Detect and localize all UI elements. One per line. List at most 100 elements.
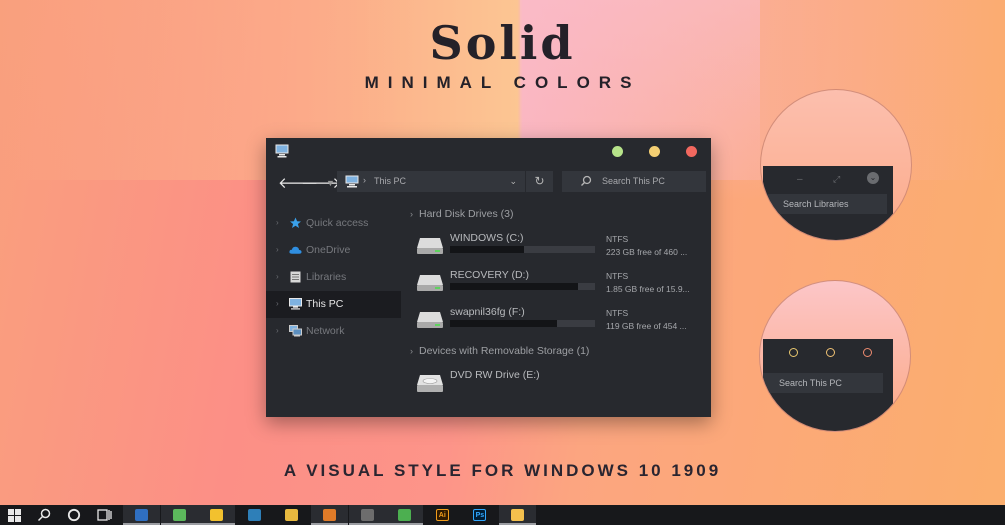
drive-item-c[interactable]: WINDOWS (C:) NTFS 223 GB free of 460 ...: [416, 232, 701, 262]
taskbar-app-spotify[interactable]: [386, 505, 424, 525]
taskbar-app-folder[interactable]: [273, 505, 310, 525]
sidebar-item-label: Network: [306, 325, 345, 337]
preview-search-box: Search Libraries: [763, 194, 887, 214]
drive-name: swapnil36fg (F:): [450, 306, 525, 318]
taskbar-app-excel[interactable]: [236, 505, 273, 525]
taskbar-app-firefox[interactable]: [311, 505, 348, 525]
maximize-icon: ⤢: [833, 174, 841, 184]
taskbar-app-photoshop[interactable]: Ps: [461, 505, 498, 525]
cloud-icon: [289, 246, 302, 254]
drive-usage-bar: [450, 320, 595, 327]
taskbar-app-explorer[interactable]: [499, 505, 536, 525]
evernote-icon: [172, 509, 186, 521]
computer-icon: [289, 298, 302, 310]
minimize-icon: –: [797, 174, 803, 185]
minimize-button[interactable]: [612, 146, 623, 157]
hard-drive-icon: [417, 238, 443, 254]
network-icon: [289, 325, 302, 337]
drive-usage-bar: [450, 246, 595, 253]
preview-search-box: Search This PC: [763, 373, 883, 393]
taskbar-app-illustrator[interactable]: Ai: [424, 505, 461, 525]
search-icon[interactable]: [37, 508, 51, 522]
sidebar-item-libraries[interactable]: › Libraries: [266, 264, 401, 291]
close-ring-icon: [863, 348, 872, 357]
drive-free-space: 223 GB free of 460 ...: [606, 247, 688, 257]
drive-name: WINDOWS (C:): [450, 232, 524, 244]
group-label: Hard Disk Drives (3): [419, 208, 514, 220]
drive-filesystem: NTFS: [606, 308, 629, 318]
zoom-preview-libraries: – ⤢ ⌄ Search Libraries: [760, 89, 912, 241]
taskbar-app-evernote[interactable]: [160, 505, 198, 525]
drive-free-space: 1.85 GB free of 15.9...: [606, 284, 690, 294]
drive-usage-fill: [450, 246, 524, 253]
taskbar-app-sticky[interactable]: [198, 505, 236, 525]
illustrator-icon: Ai: [435, 509, 449, 521]
chevron-down-icon[interactable]: ⌄: [509, 176, 517, 187]
forward-button[interactable]: 🡒: [301, 173, 341, 192]
excel-icon: [247, 509, 261, 521]
preview-window: Search This PC: [763, 339, 893, 431]
banner-subtitle: MINIMAL COLORS: [364, 73, 641, 92]
cortana-icon[interactable]: [67, 508, 81, 522]
chevron-right-icon[interactable]: ›: [410, 209, 413, 219]
close-icon: ⌄: [867, 172, 879, 184]
drive-item-d[interactable]: RECOVERY (D:) NTFS 1.85 GB free of 15.9.…: [416, 269, 701, 299]
drive-item-dvd[interactable]: DVD RW Drive (E:): [416, 369, 701, 399]
preview-window: – ⤢ ⌄ Search Libraries: [763, 166, 893, 240]
taskbar-app-video[interactable]: [348, 505, 386, 525]
close-button[interactable]: [686, 146, 697, 157]
taskbar-app-photos[interactable]: [123, 505, 160, 525]
maximize-ring-icon: [826, 348, 835, 357]
banner-title: Solid: [429, 16, 576, 70]
chevron-right-icon[interactable]: ›: [276, 245, 279, 254]
sidebar-item-network[interactable]: › Network: [266, 318, 401, 345]
sidebar-item-onedrive[interactable]: › OneDrive: [266, 237, 401, 264]
refresh-button[interactable]: ↻: [525, 171, 553, 192]
path-separator: ›: [363, 175, 366, 185]
address-bar[interactable]: › This PC ⌄: [337, 171, 525, 192]
minimize-ring-icon: [789, 348, 798, 357]
title-bar[interactable]: [266, 138, 711, 166]
drive-free-space: 119 GB free of 454 ...: [606, 321, 687, 331]
group-label: Devices with Removable Storage (1): [419, 345, 590, 357]
maximize-button[interactable]: [649, 146, 660, 157]
drive-usage-fill: [450, 283, 578, 290]
zoom-preview-this-pc: Search This PC: [759, 280, 911, 432]
drive-filesystem: NTFS: [606, 271, 629, 281]
sidebar-item-label: Libraries: [306, 271, 347, 283]
sidebar-item-this-pc[interactable]: › This PC: [266, 291, 401, 318]
search-placeholder: Search This PC: [602, 176, 665, 186]
video-icon: [360, 509, 374, 521]
star-icon: [290, 217, 301, 228]
drive-usage-bar: [450, 283, 595, 290]
chevron-right-icon[interactable]: ›: [276, 218, 279, 227]
firefox-icon: [323, 509, 336, 521]
taskbar: Ai Ps: [0, 505, 1005, 525]
explorer-window: 🡐 🡒 ▼ › This PC ⌄ ↻ Search This PC › Qui…: [266, 138, 711, 417]
banner-tagline: A VISUAL STYLE FOR WINDOWS 10 1909: [283, 461, 722, 480]
search-box[interactable]: Search This PC: [562, 171, 706, 192]
group-header-removable-storage[interactable]: › Devices with Removable Storage (1): [410, 345, 589, 357]
computer-icon: [275, 144, 289, 158]
explorer-icon: [511, 509, 524, 521]
hard-drive-icon: [417, 312, 443, 328]
sticky-icon: [210, 509, 224, 521]
drive-name: RECOVERY (D:): [450, 269, 529, 281]
chevron-right-icon[interactable]: ›: [276, 326, 279, 335]
recent-locations-button[interactable]: ▼: [326, 178, 335, 188]
sidebar-item-quick-access[interactable]: › Quick access: [266, 210, 401, 237]
search-icon: [581, 175, 592, 186]
chevron-right-icon[interactable]: ›: [276, 272, 279, 281]
address-text: This PC: [374, 176, 407, 186]
chevron-right-icon[interactable]: ›: [276, 299, 279, 308]
group-header-hard-disk-drives[interactable]: › Hard Disk Drives (3): [410, 208, 514, 220]
drive-item-f[interactable]: swapnil36fg (F:) NTFS 119 GB free of 454…: [416, 306, 701, 336]
computer-icon: [345, 175, 359, 188]
spotify-icon: [398, 509, 412, 521]
task-view-icon[interactable]: [97, 508, 112, 522]
drive-name: DVD RW Drive (E:): [450, 369, 540, 381]
chevron-right-icon[interactable]: ›: [410, 346, 413, 356]
library-icon: [290, 271, 301, 283]
sidebar-item-label: OneDrive: [306, 244, 351, 256]
windows-start-icon[interactable]: [8, 509, 21, 522]
